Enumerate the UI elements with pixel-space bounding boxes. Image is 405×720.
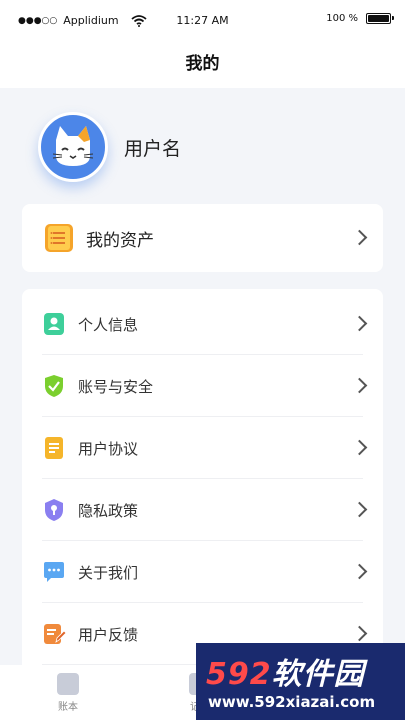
shield-check-icon <box>42 374 66 398</box>
watermark-text: 软件园 <box>271 657 365 692</box>
menu-item-account-security[interactable]: 账号与安全 <box>22 355 383 417</box>
chevron-right-icon <box>351 315 368 332</box>
battery-percent: 100 % <box>326 13 358 24</box>
chevron-right-icon <box>351 377 368 394</box>
menu-item-label: 账号与安全 <box>78 377 154 396</box>
watermark-logo: 592软件园 <box>206 649 365 693</box>
menu-item-label: 用户协议 <box>78 439 139 458</box>
menu-item-user-agreement[interactable]: 用户协议 <box>22 417 383 479</box>
document-icon <box>42 436 66 460</box>
status-bar: ●●●○○ Applidium 11:27 AM 100 % <box>0 0 405 40</box>
watermark: 592软件园 www.592xiazai.com <box>196 643 405 720</box>
my-assets-item[interactable]: 我的资产 <box>22 204 383 272</box>
privacy-shield-icon <box>42 498 66 522</box>
menu-item-label: 隐私政策 <box>78 501 139 520</box>
tab-label: 账本 <box>58 702 78 713</box>
menu-item-privacy-policy[interactable]: 隐私政策 <box>22 479 383 541</box>
page-title: 我的 <box>185 54 220 74</box>
chevron-right-icon <box>351 563 368 580</box>
chevron-right-icon <box>351 229 368 246</box>
chat-bubble-icon <box>42 560 66 584</box>
nav-bar: 我的 <box>0 40 405 88</box>
assets-card: 我的资产 <box>22 204 383 272</box>
watermark-numbers: 592 <box>206 657 272 692</box>
ledger-tab-icon <box>57 673 79 695</box>
menu-item-label: 关于我们 <box>78 563 139 582</box>
username: 用户名 <box>124 137 182 160</box>
profile-header[interactable]: 用户名 <box>38 112 181 182</box>
watermark-url: www.592xiazai.com <box>208 693 376 711</box>
tab-ledger[interactable]: 账本 <box>28 673 108 713</box>
assets-list-icon <box>44 223 74 253</box>
my-assets-label: 我的资产 <box>86 230 154 251</box>
avatar[interactable] <box>38 112 108 182</box>
menu-item-about-us[interactable]: 关于我们 <box>22 541 383 603</box>
chevron-right-icon <box>351 439 368 456</box>
chevron-right-icon <box>351 625 368 642</box>
menu-item-personal-info[interactable]: 个人信息 <box>22 293 383 355</box>
person-card-icon <box>42 312 66 336</box>
feedback-edit-icon <box>42 622 66 646</box>
battery-icon <box>366 13 394 24</box>
cat-avatar-icon <box>52 126 94 166</box>
status-right: 100 % <box>326 13 394 24</box>
menu-item-label: 个人信息 <box>78 315 139 334</box>
menu-item-label: 用户反馈 <box>78 625 139 644</box>
chevron-right-icon <box>351 501 368 518</box>
